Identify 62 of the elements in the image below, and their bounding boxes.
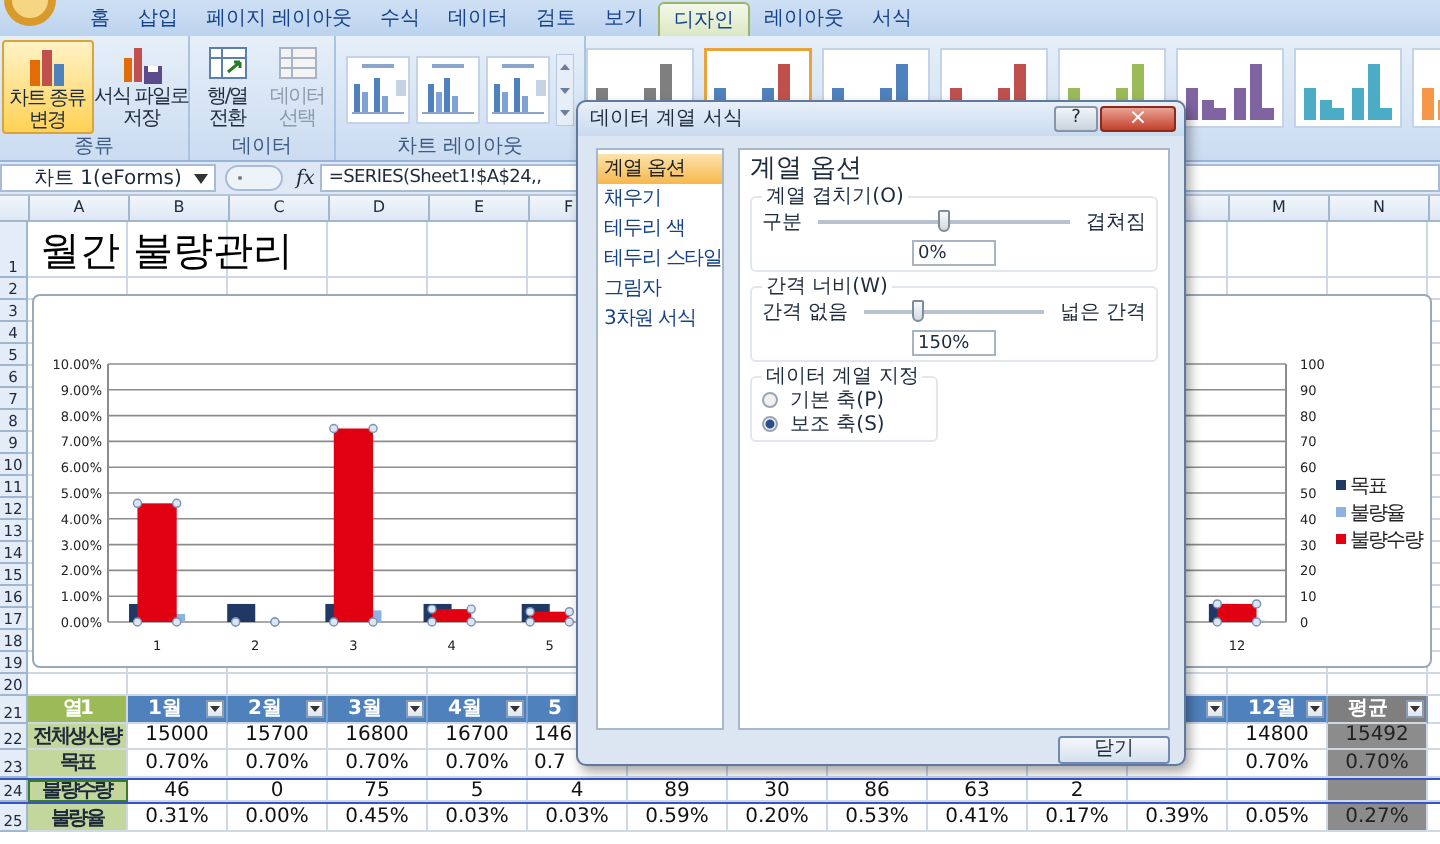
radio-label: 기본 축(P): [790, 387, 885, 414]
table-cell: 0.41%: [928, 804, 1028, 832]
legend-label: 불량수량: [1350, 530, 1422, 552]
table-cell: 46: [128, 779, 228, 803]
table-cell: 89: [628, 779, 728, 803]
table-cell: 75: [328, 779, 428, 803]
header-label: 평균: [1348, 696, 1388, 723]
header-label: 1월: [148, 696, 182, 723]
slider-min-label: 구분: [762, 209, 802, 236]
table-cell: 0.39%: [1128, 804, 1228, 832]
table-cell: 2: [1028, 779, 1128, 803]
slider-max-label: 겹쳐짐: [1086, 209, 1146, 236]
table-cell: 16800: [328, 723, 428, 751]
table-cell: 0.70%: [128, 750, 228, 778]
slider-min-label: 간격 없음: [762, 299, 849, 326]
legend-label: 불량율: [1350, 503, 1404, 525]
table-cell: 전체생산량: [28, 723, 128, 751]
table-cell: 불량수량: [28, 779, 128, 803]
table-cell: 0.70%: [328, 750, 428, 778]
table-cell: 0.20%: [728, 804, 828, 832]
table-cell: 0.53%: [828, 804, 928, 832]
table-cell: 15000: [128, 723, 228, 751]
header-label: 2월: [248, 696, 282, 723]
panel-heading: 계열 옵션: [750, 153, 865, 186]
table-cell: 0.17%: [1028, 804, 1128, 832]
table-cell: 63: [928, 779, 1028, 803]
group-label: 간격 너비(W): [764, 275, 890, 298]
table-cell: 15700: [228, 723, 328, 751]
group-label: 종류: [72, 136, 116, 160]
table-cell: 0.03%: [428, 804, 528, 832]
table-cell: 5: [428, 779, 528, 803]
table-cell: 0.70%: [1328, 750, 1428, 778]
table-cell: 0.03%: [528, 804, 628, 832]
table-cell: 0.00%: [228, 804, 328, 832]
table-cell: 0.70%: [428, 750, 528, 778]
table-cell: 86: [828, 779, 928, 803]
slider-max-label: 넓은 간격: [1059, 299, 1146, 326]
table-cell: 30: [728, 779, 828, 803]
group-label: 차트 레이아웃: [394, 136, 526, 160]
group-label: 계열 겹치기(O): [764, 185, 906, 208]
group-label: 데이터 계열 지정: [764, 365, 921, 388]
header-label: 4월: [448, 696, 482, 723]
table-cell: 0.45%: [328, 804, 428, 832]
group-label: 데이터: [230, 136, 294, 160]
table-cell: 0.27%: [1328, 804, 1428, 832]
table-cell: 불량율: [28, 804, 128, 832]
table-cell: 열1: [28, 696, 128, 724]
table-cell: 15492: [1328, 723, 1428, 751]
table-cell: 목표: [28, 750, 128, 778]
dialog-title: 데이터 계열 서식: [590, 106, 745, 133]
radio-label: 보조 축(S): [790, 411, 885, 438]
table-cell: 0.31%: [128, 804, 228, 832]
table-cell: 16700: [428, 723, 528, 751]
table-cell: 0.70%: [228, 750, 328, 778]
table-cell: 0.59%: [628, 804, 728, 832]
header-label: 3월: [348, 696, 382, 723]
sheet-title: 월간 불량관리: [40, 224, 293, 276]
table-cell: 4: [528, 779, 628, 803]
legend-label: 목표: [1350, 476, 1386, 498]
table-cell: 0: [228, 779, 328, 803]
header-label: 5: [548, 697, 562, 720]
header-label: 12월: [1248, 696, 1296, 723]
